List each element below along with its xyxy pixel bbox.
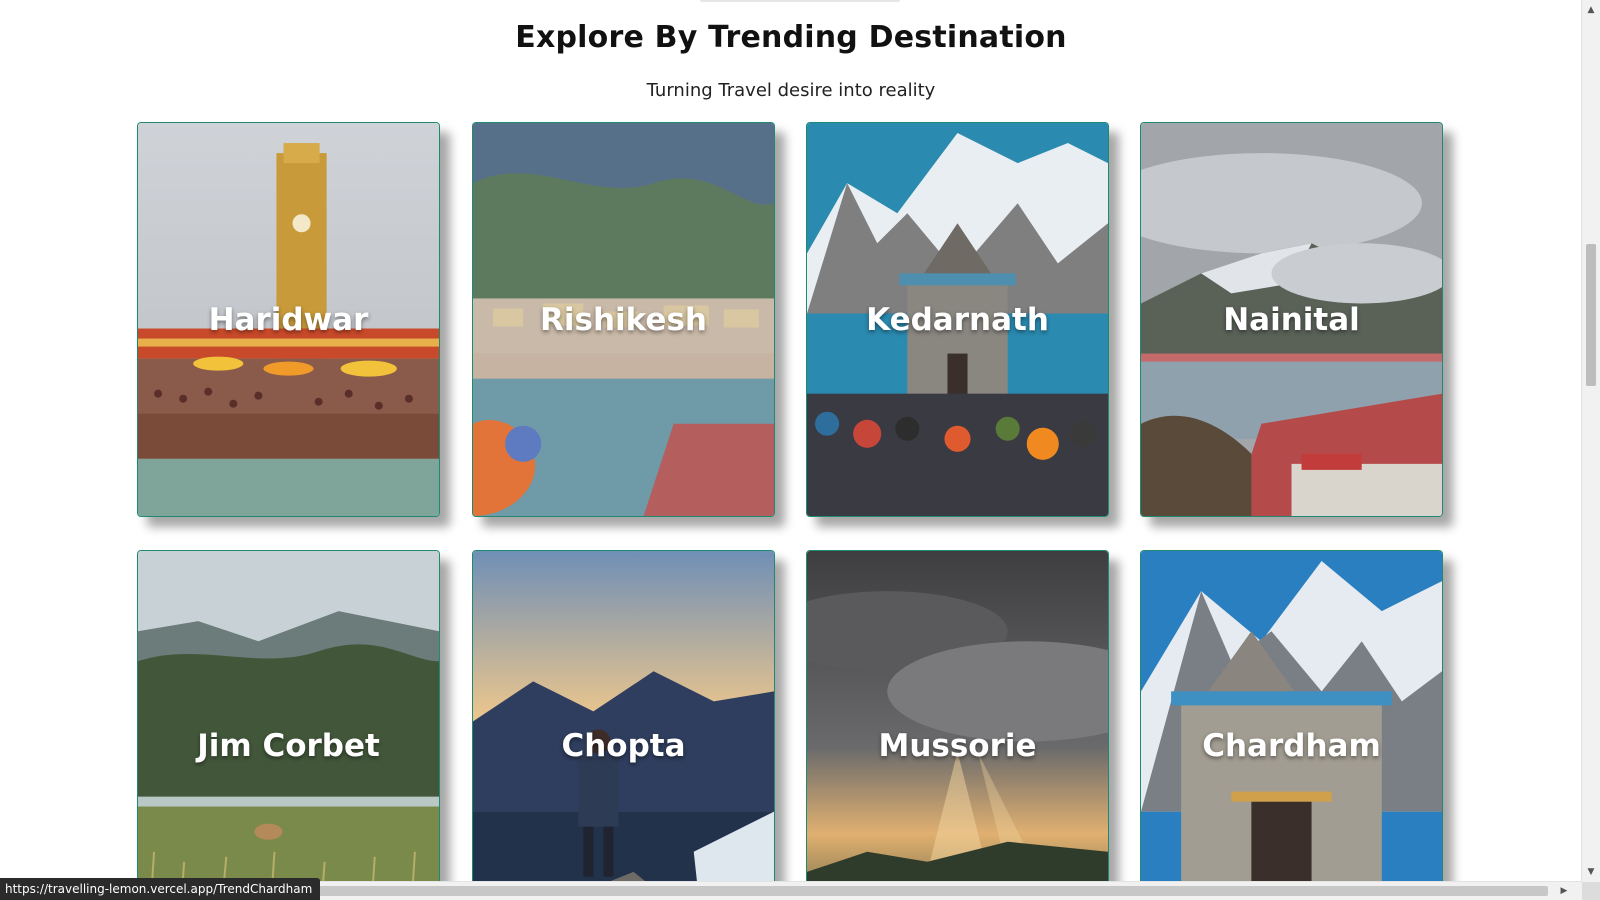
destination-card-chopta[interactable]: Chopta [472, 550, 775, 900]
destination-label: Kedarnath [866, 301, 1049, 338]
destination-card-jim-corbet[interactable]: Jim Corbet [137, 550, 440, 900]
vertical-scrollbar[interactable]: ▲ ▼ [1581, 0, 1600, 882]
status-bar-url: https://travelling-lemon.vercel.app/Tren… [0, 878, 321, 900]
destination-label: Nainital [1223, 301, 1360, 338]
destination-card-kedarnath[interactable]: Kedarnath [806, 122, 1109, 517]
destination-card-rishikesh[interactable]: Rishikesh [472, 122, 775, 517]
jim-corbet-image [138, 551, 439, 900]
scroll-up-icon[interactable]: ▲ [1582, 2, 1600, 18]
destination-card-chardham[interactable]: Chardham [1140, 550, 1443, 900]
chardham-image [1141, 551, 1442, 900]
page: Explore By Trending Destination Turning … [0, 0, 1600, 900]
destination-card-mussorie[interactable]: Mussorie [806, 550, 1109, 900]
destination-label: Jim Corbet [197, 727, 380, 764]
mussorie-image [807, 551, 1108, 900]
destination-card-haridwar[interactable]: Haridwar [137, 122, 440, 517]
chopta-image [473, 551, 774, 900]
destination-label: Chardham [1202, 727, 1381, 764]
vertical-scroll-thumb[interactable] [1586, 244, 1596, 386]
section-title: Explore By Trending Destination [515, 20, 1067, 55]
scroll-down-icon[interactable]: ▼ [1582, 864, 1600, 880]
scroll-right-icon[interactable]: ▶ [1556, 882, 1572, 900]
destination-label: Rishikesh [540, 301, 707, 338]
destination-label: Mussorie [878, 727, 1037, 764]
destination-card-nainital[interactable]: Nainital [1140, 122, 1443, 517]
scrollbar-corner [1582, 882, 1600, 900]
section-subtitle: Turning Travel desire into reality [646, 80, 936, 101]
destination-label: Chopta [561, 727, 686, 764]
top-edge-hint [700, 0, 900, 2]
destination-label: Haridwar [208, 301, 369, 338]
